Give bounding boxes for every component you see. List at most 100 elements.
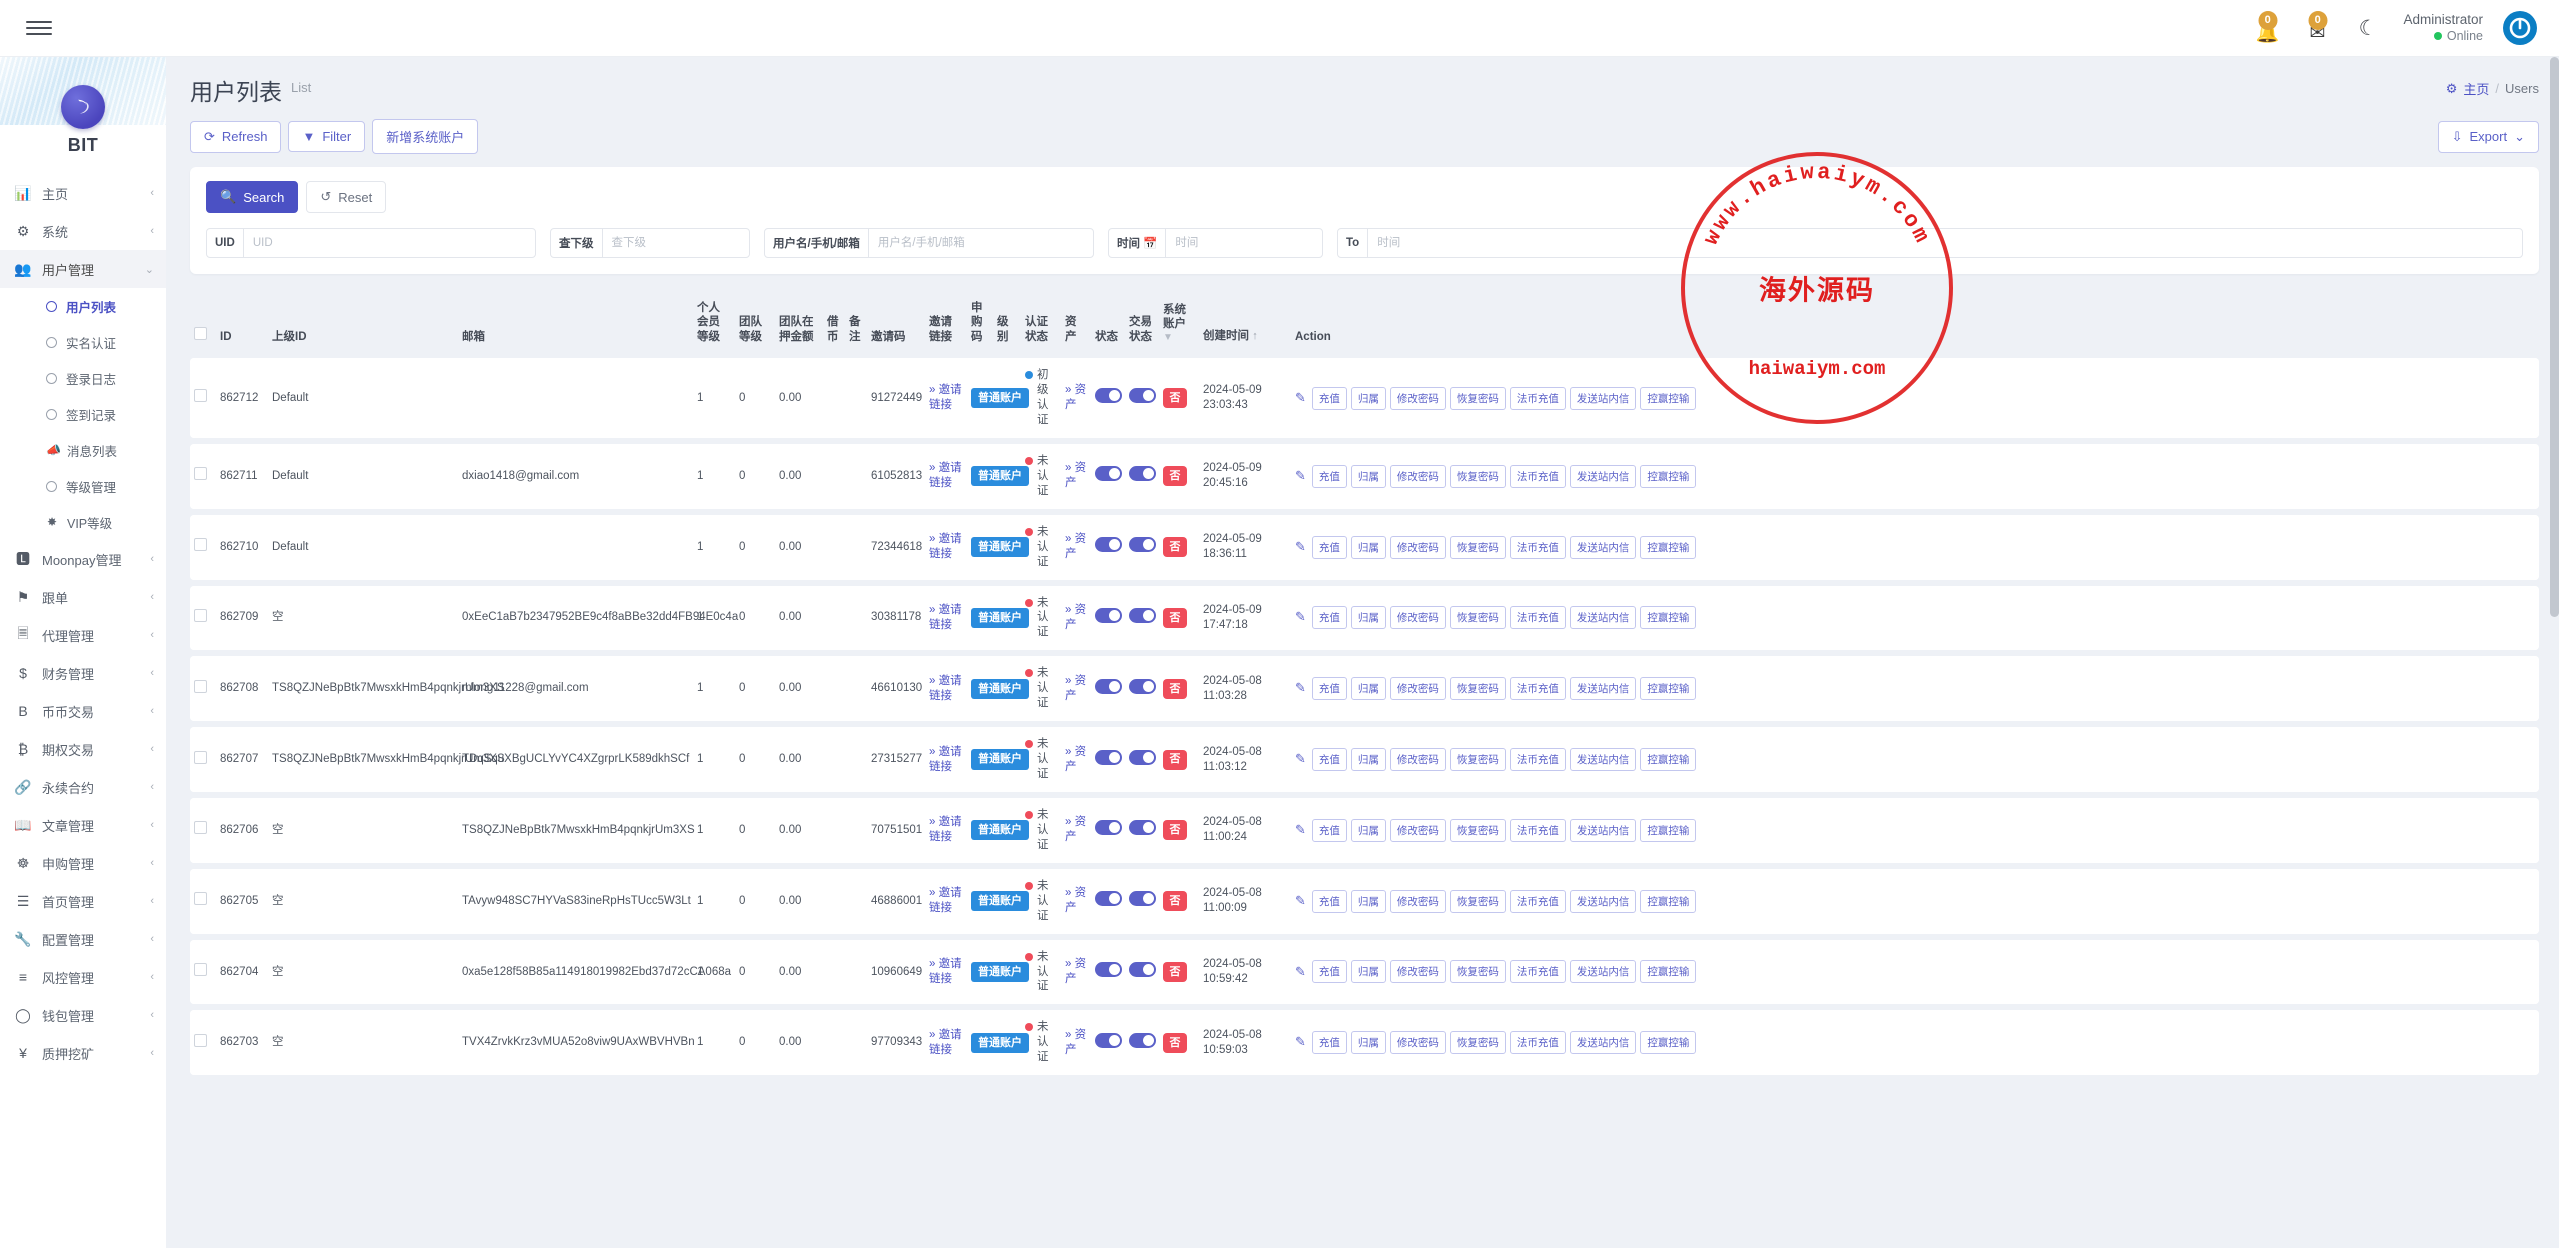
action-法币充值-button[interactable]: 法币充值 bbox=[1510, 890, 1566, 913]
search-button[interactable]: 🔍 Search bbox=[206, 181, 298, 213]
sidebar-subitem-kyc[interactable]: 实名认证 bbox=[0, 324, 166, 360]
action-发送站内信-button[interactable]: 发送站内信 bbox=[1570, 1031, 1637, 1054]
action-恢复密码-button[interactable]: 恢复密码 bbox=[1450, 960, 1506, 983]
system-account-badge[interactable]: 否 bbox=[1163, 962, 1187, 982]
sidebar-item-moonpay[interactable]: 🅻 Moonpay管理 ‹ bbox=[0, 540, 166, 578]
action-充值-button[interactable]: 充值 bbox=[1312, 748, 1347, 771]
action-归属-button[interactable]: 归属 bbox=[1351, 819, 1386, 842]
action-修改密码-button[interactable]: 修改密码 bbox=[1390, 465, 1446, 488]
action-充值-button[interactable]: 充值 bbox=[1312, 677, 1347, 700]
action-控赢控输-button[interactable]: 控赢控输 bbox=[1640, 960, 1696, 983]
action-恢复密码-button[interactable]: 恢复密码 bbox=[1450, 465, 1506, 488]
hamburger-icon[interactable] bbox=[26, 17, 52, 39]
action-充值-button[interactable]: 充值 bbox=[1312, 387, 1347, 410]
pencil-icon[interactable]: ✎ bbox=[1295, 609, 1306, 626]
status-toggle[interactable] bbox=[1095, 537, 1122, 552]
action-恢复密码-button[interactable]: 恢复密码 bbox=[1450, 1031, 1506, 1054]
system-account-badge[interactable]: 否 bbox=[1163, 388, 1187, 408]
action-控赢控输-button[interactable]: 控赢控输 bbox=[1640, 1031, 1696, 1054]
action-控赢控输-button[interactable]: 控赢控输 bbox=[1640, 748, 1696, 771]
system-account-badge[interactable]: 否 bbox=[1163, 608, 1187, 628]
action-归属-button[interactable]: 归属 bbox=[1351, 890, 1386, 913]
export-button[interactable]: ⇩ Export ⌄ bbox=[2438, 121, 2539, 153]
action-归属-button[interactable]: 归属 bbox=[1351, 960, 1386, 983]
action-修改密码-button[interactable]: 修改密码 bbox=[1390, 677, 1446, 700]
pencil-icon[interactable]: ✎ bbox=[1295, 468, 1306, 485]
status-toggle[interactable] bbox=[1095, 1033, 1122, 1048]
action-归属-button[interactable]: 归属 bbox=[1351, 465, 1386, 488]
system-account-badge[interactable]: 否 bbox=[1163, 750, 1187, 770]
invite-link[interactable]: » 邀请链接 bbox=[929, 533, 962, 560]
action-修改密码-button[interactable]: 修改密码 bbox=[1390, 819, 1446, 842]
sidebar-subitem-user-list[interactable]: 用户列表 bbox=[0, 288, 166, 324]
action-控赢控输-button[interactable]: 控赢控输 bbox=[1640, 465, 1696, 488]
action-恢复密码-button[interactable]: 恢复密码 bbox=[1450, 677, 1506, 700]
row-checkbox[interactable] bbox=[194, 389, 207, 402]
assets-link[interactable]: » 资产 bbox=[1065, 958, 1086, 985]
system-account-badge[interactable]: 否 bbox=[1163, 466, 1187, 486]
status-toggle[interactable] bbox=[1095, 466, 1122, 481]
system-account-badge[interactable]: 否 bbox=[1163, 537, 1187, 557]
row-checkbox[interactable] bbox=[194, 821, 207, 834]
sidebar-item-system[interactable]: ⚙ 系统 ‹ bbox=[0, 212, 166, 250]
sidebar-brand[interactable]: BIT bbox=[0, 85, 166, 156]
action-恢复密码-button[interactable]: 恢复密码 bbox=[1450, 387, 1506, 410]
sidebar-item-config[interactable]: 🔧 配置管理 ‹ bbox=[0, 920, 166, 958]
system-account-badge[interactable]: 否 bbox=[1163, 891, 1187, 911]
assets-link[interactable]: » 资产 bbox=[1065, 1029, 1086, 1056]
pencil-icon[interactable]: ✎ bbox=[1295, 822, 1306, 839]
action-控赢控输-button[interactable]: 控赢控输 bbox=[1640, 536, 1696, 559]
th-created-at[interactable]: 创建时间 ↑ bbox=[1199, 293, 1291, 352]
action-修改密码-button[interactable]: 修改密码 bbox=[1390, 960, 1446, 983]
sidebar-item-subscription[interactable]: ☸ 申购管理 ‹ bbox=[0, 844, 166, 882]
action-发送站内信-button[interactable]: 发送站内信 bbox=[1570, 387, 1637, 410]
filter-button[interactable]: ▼ Filter bbox=[288, 121, 365, 152]
table-row[interactable]: 862708 TS8QZJNeBpBtk7MwsxkHmB4pqnkjrUm3X… bbox=[190, 656, 2539, 721]
pencil-icon[interactable]: ✎ bbox=[1295, 1034, 1306, 1051]
trade-status-toggle[interactable] bbox=[1129, 388, 1156, 403]
sidebar-item-spot-trading[interactable]: B 币币交易 ‹ bbox=[0, 692, 166, 730]
action-修改密码-button[interactable]: 修改密码 bbox=[1390, 387, 1446, 410]
action-充值-button[interactable]: 充值 bbox=[1312, 1031, 1347, 1054]
time-from-input[interactable] bbox=[1166, 229, 1322, 257]
system-account-badge[interactable]: 否 bbox=[1163, 1033, 1187, 1053]
action-修改密码-button[interactable]: 修改密码 bbox=[1390, 890, 1446, 913]
sidebar-item-homepage[interactable]: ☰ 首页管理 ‹ bbox=[0, 882, 166, 920]
system-account-badge[interactable]: 否 bbox=[1163, 820, 1187, 840]
table-row[interactable]: 862705 空 TAvyw948SC7HYVaS83ineRpHsTUcc5W… bbox=[190, 869, 2539, 934]
add-system-account-button[interactable]: 新增系统账户 bbox=[372, 119, 478, 154]
username-input[interactable] bbox=[869, 229, 1093, 257]
notification-mail-button[interactable]: ✉ 0 bbox=[2303, 11, 2333, 45]
row-checkbox[interactable] bbox=[194, 892, 207, 905]
scrollbar-thumb[interactable] bbox=[2550, 57, 2559, 617]
sidebar-subitem-messages[interactable]: 📣 消息列表 bbox=[0, 432, 166, 468]
action-法币充值-button[interactable]: 法币充值 bbox=[1510, 465, 1566, 488]
invite-link[interactable]: » 邀请链接 bbox=[929, 887, 962, 914]
assets-link[interactable]: » 资产 bbox=[1065, 887, 1086, 914]
invite-link[interactable]: » 邀请链接 bbox=[929, 1029, 962, 1056]
action-归属-button[interactable]: 归属 bbox=[1351, 536, 1386, 559]
assets-link[interactable]: » 资产 bbox=[1065, 604, 1086, 631]
action-归属-button[interactable]: 归属 bbox=[1351, 748, 1386, 771]
invite-link[interactable]: » 邀请链接 bbox=[929, 816, 962, 843]
table-row[interactable]: 862712 Default 1 0 0.00 91272449 » 邀请链接 … bbox=[190, 358, 2539, 438]
action-归属-button[interactable]: 归属 bbox=[1351, 387, 1386, 410]
action-法币充值-button[interactable]: 法币充值 bbox=[1510, 819, 1566, 842]
status-toggle[interactable] bbox=[1095, 608, 1122, 623]
trade-status-toggle[interactable] bbox=[1129, 1033, 1156, 1048]
status-toggle[interactable] bbox=[1095, 679, 1122, 694]
action-恢复密码-button[interactable]: 恢复密码 bbox=[1450, 819, 1506, 842]
status-toggle[interactable] bbox=[1095, 750, 1122, 765]
assets-link[interactable]: » 资产 bbox=[1065, 746, 1086, 773]
action-充值-button[interactable]: 充值 bbox=[1312, 465, 1347, 488]
invite-link[interactable]: » 邀请链接 bbox=[929, 604, 962, 631]
sidebar-item-articles[interactable]: 📖 文章管理 ‹ bbox=[0, 806, 166, 844]
action-法币充值-button[interactable]: 法币充值 bbox=[1510, 536, 1566, 559]
sidebar-item-risk-control[interactable]: ≡ 风控管理 ‹ bbox=[0, 958, 166, 996]
action-充值-button[interactable]: 充值 bbox=[1312, 960, 1347, 983]
sidebar-subitem-login-log[interactable]: 登录日志 bbox=[0, 360, 166, 396]
row-checkbox[interactable] bbox=[194, 609, 207, 622]
moon-icon[interactable]: ☾ bbox=[2359, 18, 2378, 39]
action-控赢控输-button[interactable]: 控赢控输 bbox=[1640, 819, 1696, 842]
uid-input[interactable] bbox=[244, 229, 535, 257]
